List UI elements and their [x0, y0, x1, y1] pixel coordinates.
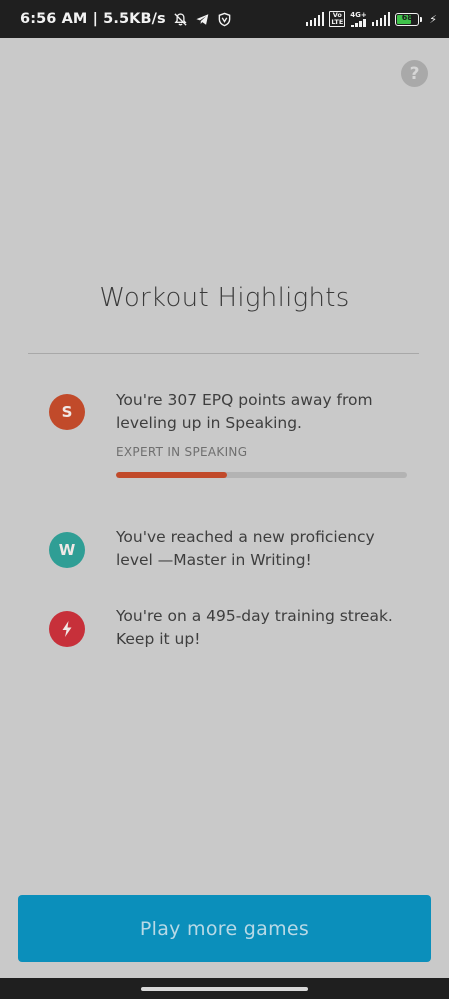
network-type-label: 4G+: [350, 10, 367, 19]
highlight-text: You're on a 495-day training streak. Kee…: [116, 607, 393, 648]
proficiency-progress-bar: [116, 472, 407, 478]
page-title: Workout Highlights: [99, 283, 350, 313]
navigation-bar: [0, 978, 449, 999]
highlight-subtitle: EXPERT IN SPEAKING: [116, 445, 248, 459]
signal-icon: [305, 12, 325, 26]
lightning-bolt-icon: [49, 611, 85, 647]
signal-icon: [371, 12, 391, 26]
speaking-badge-icon: S: [49, 394, 85, 430]
signal-icon: [351, 18, 366, 27]
network-type: 4G+: [350, 10, 367, 27]
status-bar: 6:56 AM | 5.5KB/s Vo LTE 4G+ 68 ⚡: [0, 0, 449, 38]
play-more-games-button[interactable]: Play more games: [18, 895, 431, 962]
volte-badge: Vo LTE: [329, 11, 346, 27]
highlight-text: You've reached a new proficiency level —…: [116, 528, 375, 569]
status-time-speed: 6:56 AM | 5.5KB/s: [20, 11, 166, 27]
vpn-shield-icon: [218, 12, 231, 26]
charging-icon: ⚡: [429, 12, 437, 26]
status-left: 6:56 AM | 5.5KB/s: [20, 11, 232, 27]
writing-badge-icon: W: [49, 532, 85, 568]
highlight-text: You're 307 EPQ points away from leveling…: [116, 391, 373, 432]
progress-fill: [116, 472, 227, 478]
divider: [28, 353, 419, 354]
help-icon[interactable]: ?: [401, 60, 428, 87]
home-indicator[interactable]: [141, 987, 308, 991]
mute-icon: [174, 12, 187, 26]
battery-level: 68: [401, 12, 413, 22]
telegram-icon: [196, 13, 209, 25]
screen: 6:56 AM | 5.5KB/s Vo LTE 4G+ 68 ⚡ ? Work…: [0, 0, 449, 999]
battery-icon: 68: [395, 12, 423, 26]
status-right: Vo LTE 4G+ 68 ⚡: [305, 10, 437, 27]
